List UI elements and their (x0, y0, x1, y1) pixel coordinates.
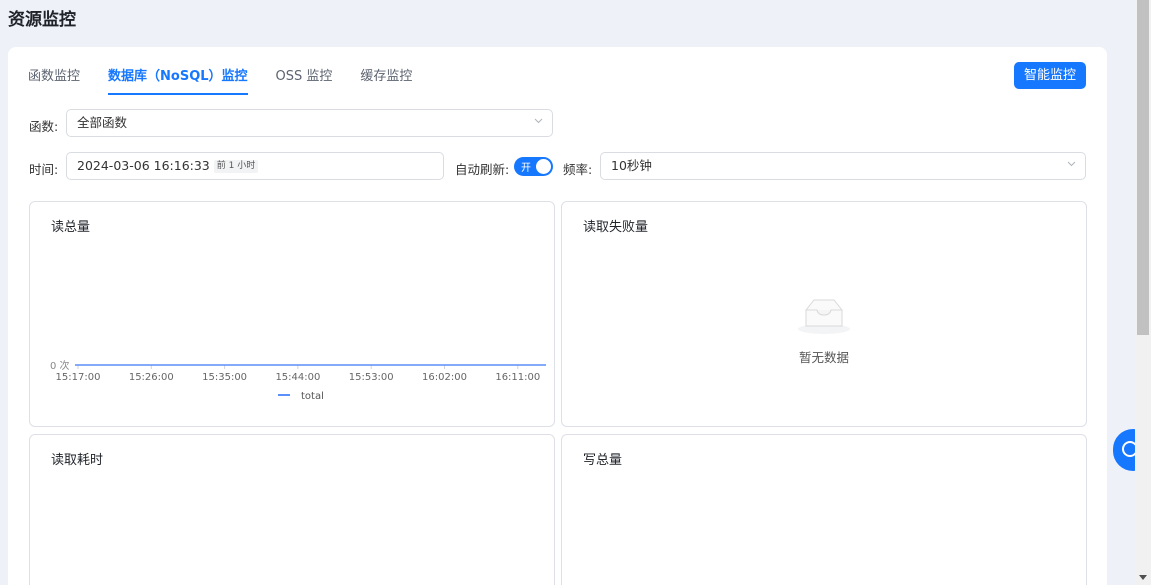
main-card: 函数监控 数据库（NoSQL）监控 OSS 监控 缓存监控 智能监控 函数: 全… (8, 47, 1107, 585)
time-value: 2024-03-06 16:16:33 (77, 158, 210, 173)
empty-text: 暂无数据 (798, 350, 849, 365)
frequency-select[interactable]: 10秒钟 (600, 152, 1086, 180)
frequency-label: 频率: (563, 162, 593, 177)
time-picker[interactable]: 2024-03-06 16:16:33 前 1 小时 (66, 152, 444, 180)
tab-nosql-monitor[interactable]: 数据库（NoSQL）监控 (108, 65, 248, 95)
panel-title: 写总量 (583, 453, 623, 468)
tab-bar: 函数监控 数据库（NoSQL）监控 OSS 监控 缓存监控 (28, 65, 440, 95)
x-tick-label: 16:11:00 (495, 372, 540, 383)
time-label: 时间: (29, 162, 59, 177)
toggle-state-text: 开 (521, 163, 531, 174)
panel-title: 读取失败量 (583, 220, 649, 235)
x-tick-label: 15:53:00 (349, 372, 394, 383)
scroll-thumb[interactable] (1137, 0, 1149, 335)
empty-state: 暂无数据 (562, 296, 1086, 366)
function-select-value: 全部函数 (77, 115, 128, 130)
y-tick-label: 0 次 (50, 359, 70, 372)
function-label: 函数: (29, 119, 59, 134)
tab-cache-monitor[interactable]: 缓存监控 (360, 65, 412, 95)
function-select[interactable]: 全部函数 (66, 109, 553, 137)
chevron-down-icon (534, 118, 543, 126)
read-total-chart: 0 次15:17:00 15:26:00 15:35:00 15:44:00 15:53… (50, 359, 546, 402)
panel-read-fail: 读取失败量 暂无数据 (561, 201, 1087, 427)
x-tick-label: 16:02:00 (422, 372, 467, 383)
x-tick-label: 15:35:00 (202, 372, 247, 383)
time-range-tag: 前 1 小时 (213, 160, 259, 173)
page-title: 资源监控 (8, 10, 76, 30)
panel-read-latency: 读取耗时 (29, 434, 555, 585)
empty-inbox-icon (798, 299, 850, 334)
auto-refresh-toggle[interactable]: 开 (514, 157, 553, 176)
panel-read-total: 读总量 0 次 15:17:00 15:26:00 15:35:00 15:44:00 1… (29, 201, 555, 427)
scroll-down-arrow[interactable] (1139, 575, 1147, 580)
panel-write-total: 写总量 (561, 434, 1087, 585)
vertical-scrollbar[interactable] (1135, 0, 1151, 585)
x-tick-label: 15:44:00 (275, 372, 320, 383)
x-tick-label: 15:17:00 (56, 372, 101, 383)
toggle-knob (536, 159, 551, 174)
chevron-down-icon (1067, 161, 1076, 169)
x-tick-label: 15:26:00 (129, 372, 174, 383)
legend-label: total (301, 391, 324, 402)
tab-function-monitor[interactable]: 函数监控 (28, 65, 80, 95)
auto-refresh-label: 自动刷新: (455, 162, 510, 177)
tab-oss-monitor[interactable]: OSS 监控 (276, 65, 333, 95)
frequency-value: 10秒钟 (611, 158, 652, 173)
smart-monitor-button[interactable]: 智能监控 (1013, 62, 1086, 89)
panel-title: 读取耗时 (51, 453, 104, 468)
